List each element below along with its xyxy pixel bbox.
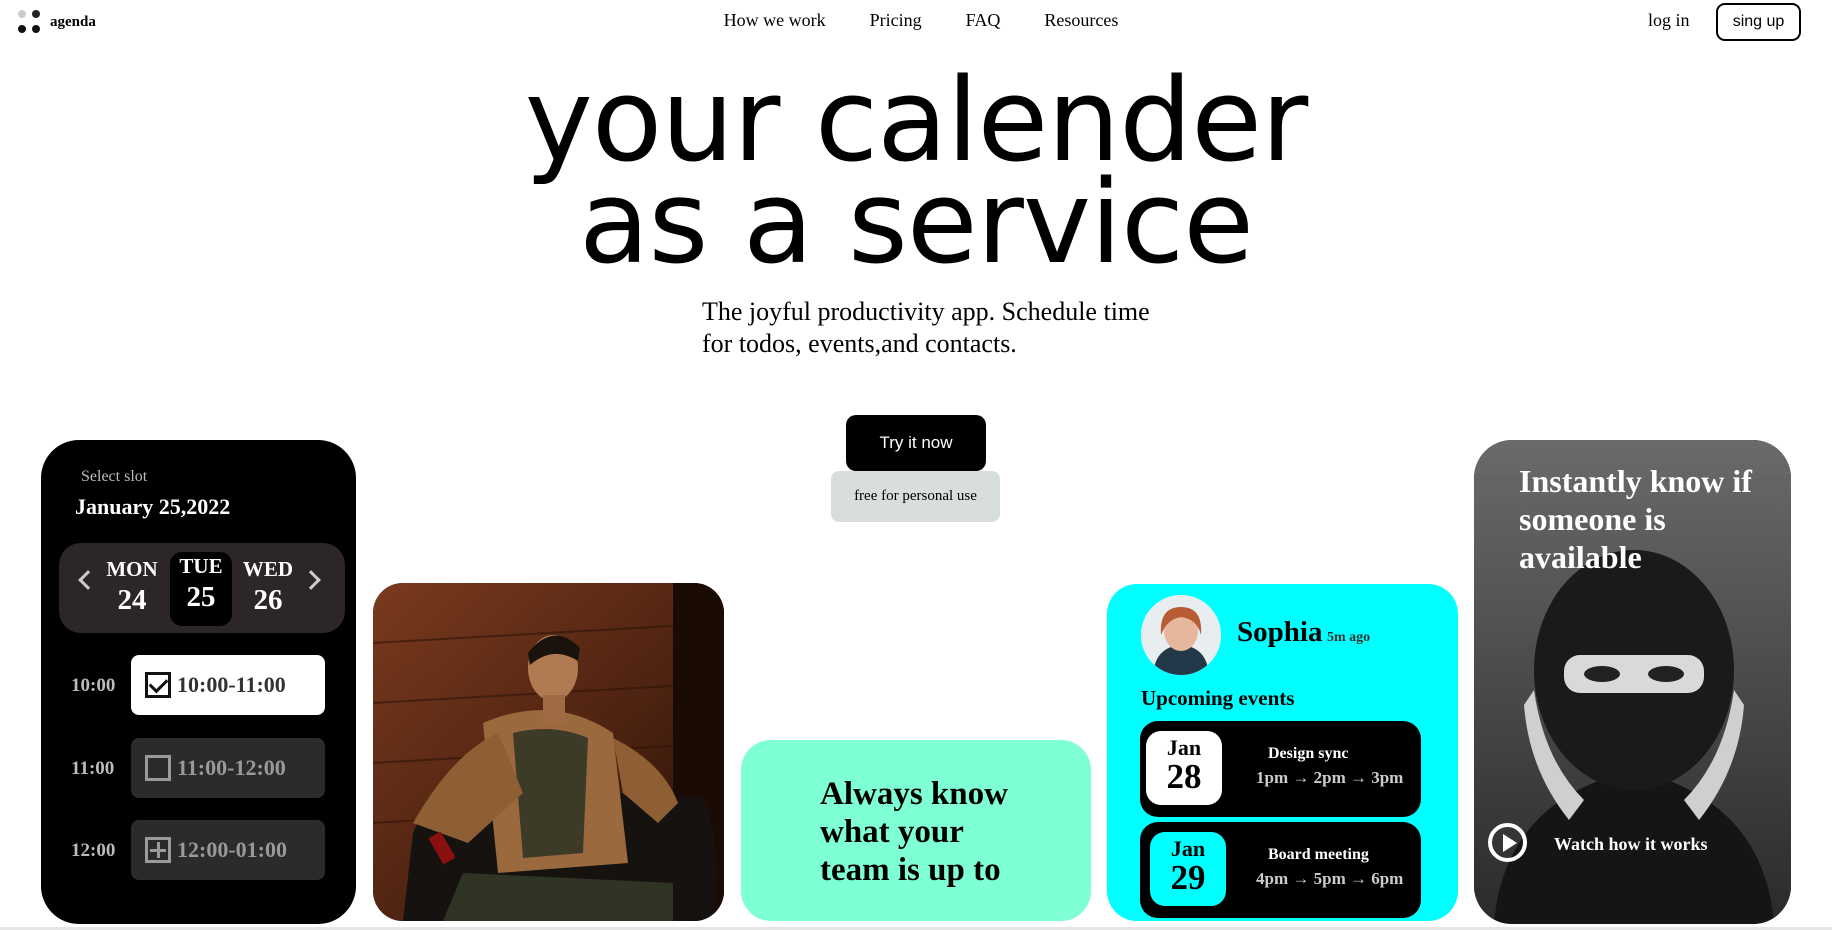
avatar: [1141, 595, 1221, 675]
nav-faq[interactable]: FAQ: [966, 10, 1001, 31]
man-portrait-image: [373, 583, 724, 921]
avatar-image: [1141, 595, 1221, 675]
slot-range: 10:00-11:00: [177, 672, 286, 697]
event-day: 29: [1170, 858, 1206, 897]
login-link[interactable]: log in: [1648, 10, 1690, 31]
day-wed[interactable]: WED 26: [237, 551, 299, 625]
day-name: WED: [242, 557, 294, 581]
day-number: 25: [186, 581, 216, 613]
hero-subtitle: The joyful productivity app. Schedule ti…: [702, 297, 1150, 358]
chevron-right-icon[interactable]: [301, 570, 321, 590]
chevron-left-icon[interactable]: [78, 570, 98, 590]
day-mon[interactable]: MON 24: [101, 551, 163, 625]
free-note-badge: free for personal use: [831, 471, 1000, 522]
time-slot-add[interactable]: 12:00-01:00: [131, 820, 325, 880]
event-day: 28: [1166, 757, 1202, 796]
team-promo-text: Always know what your team is up to: [820, 776, 1008, 888]
day-name: TUE: [179, 554, 223, 578]
add-box-icon: [145, 837, 171, 863]
select-slot-label: Select slot: [81, 468, 148, 485]
try-it-now-button[interactable]: Try it now: [846, 415, 986, 471]
event-date: Jan 29: [1150, 832, 1226, 906]
checkbox-checked-icon: [145, 672, 171, 698]
selected-date: January 25,2022: [75, 494, 231, 519]
event-times: 1pm → 2pm → 3pm: [1256, 768, 1404, 787]
day-selector: MON 24 TUE 25 WED 26: [59, 543, 345, 633]
event-item[interactable]: Jan 29 Board meeting 4pm → 5pm → 6pm: [1140, 822, 1421, 918]
hero-title: your calender as a service: [0, 64, 1832, 290]
slot-range: 12:00-01:00: [177, 837, 287, 862]
time-slot[interactable]: 11:00-12:00: [131, 738, 325, 798]
slot-time-label: 10:00: [71, 675, 116, 696]
event-title: Board meeting: [1268, 846, 1369, 863]
main-nav: How we work Pricing FAQ Resources: [0, 10, 1832, 31]
checkbox-empty-icon: [145, 755, 171, 781]
day-tue-selected[interactable]: TUE 25: [170, 552, 232, 626]
event-times: 4pm → 5pm → 6pm: [1256, 869, 1404, 888]
play-icon[interactable]: [1488, 823, 1527, 862]
nav-how-we-work[interactable]: How we work: [724, 10, 826, 31]
slot-time-label: 12:00: [71, 840, 116, 861]
signup-button[interactable]: sing up: [1716, 3, 1801, 41]
availability-video-card[interactable]: Instantly know if someone is available W…: [1474, 440, 1791, 924]
day-name: MON: [106, 557, 158, 581]
upcoming-events-heading: Upcoming events: [1141, 686, 1295, 710]
slot-range: 11:00-12:00: [177, 755, 286, 780]
slot-picker-card: Select slot January 25,2022 MON 24 TUE 2…: [41, 440, 356, 924]
day-number: 24: [117, 584, 147, 616]
contact-name: Sophia: [1237, 616, 1323, 648]
event-date: Jan 28: [1146, 731, 1222, 805]
nav-resources[interactable]: Resources: [1044, 10, 1118, 31]
day-number: 26: [253, 584, 283, 616]
slot-time-label: 11:00: [71, 758, 115, 779]
time-slot-checked[interactable]: 10:00-11:00: [131, 655, 325, 715]
availability-title: Instantly know if someone is available: [1519, 463, 1752, 575]
watch-how-it-works-link[interactable]: Watch how it works: [1554, 834, 1708, 855]
team-promo-card: Always know what your team is up to: [741, 740, 1091, 921]
hero-title-line-2: as a service: [579, 156, 1254, 290]
time-ago: 5m ago: [1327, 630, 1371, 645]
event-title: Design sync: [1268, 745, 1349, 762]
upcoming-events-card: Sophia 5m ago Upcoming events Jan 28 Des…: [1107, 584, 1458, 921]
man-portrait-photo: [373, 583, 724, 921]
event-item[interactable]: Jan 28 Design sync 1pm → 2pm → 3pm: [1140, 721, 1421, 817]
nav-pricing[interactable]: Pricing: [870, 10, 922, 31]
